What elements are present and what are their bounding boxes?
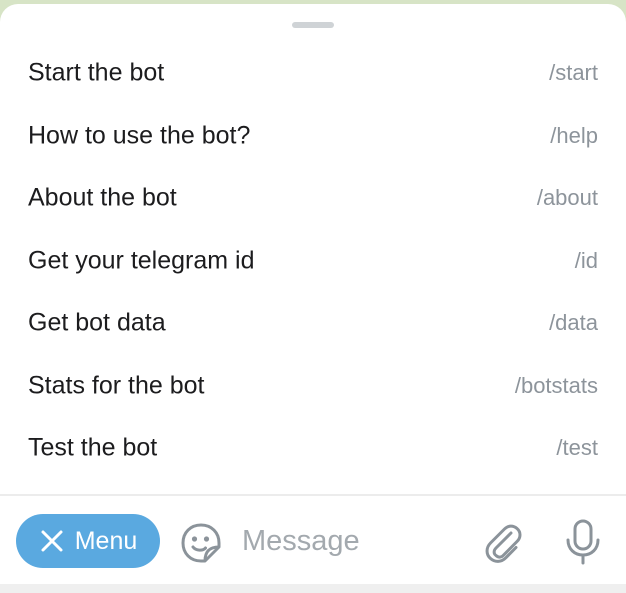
command-name: /test	[556, 435, 598, 461]
paperclip-icon[interactable]	[480, 520, 526, 566]
command-description: Start the bot	[28, 58, 165, 87]
command-row-id[interactable]: Get your telegram id /id	[0, 230, 626, 293]
command-description: Get your telegram id	[28, 246, 255, 275]
drag-handle[interactable]	[292, 22, 334, 28]
command-row-data[interactable]: Get bot data /data	[0, 292, 626, 355]
menu-button-label: Menu	[74, 526, 138, 555]
command-row-start[interactable]: Start the bot /start	[0, 42, 626, 105]
command-name: /id	[574, 247, 598, 273]
close-icon	[39, 528, 65, 554]
message-composer: Menu	[0, 496, 626, 584]
command-name: /data	[549, 310, 598, 336]
command-row-help[interactable]: How to use the bot? /help	[0, 105, 626, 168]
bottom-navigation-strip	[0, 584, 626, 593]
bot-command-list: Start the bot /start How to use the bot?…	[0, 42, 626, 480]
microphone-icon[interactable]	[560, 518, 606, 568]
command-name: /start	[549, 60, 598, 86]
message-input[interactable]	[242, 518, 457, 564]
command-name: /help	[550, 122, 598, 148]
command-name: /about	[536, 185, 598, 211]
command-description: How to use the bot?	[28, 121, 251, 150]
menu-button[interactable]: Menu	[16, 514, 160, 568]
command-name: /botstats	[514, 372, 598, 398]
command-description: About the bot	[28, 183, 177, 212]
command-row-test[interactable]: Test the bot /test	[0, 417, 626, 480]
command-description: Test the bot	[28, 433, 158, 462]
bot-commands-sheet: Start the bot /start How to use the bot?…	[0, 4, 626, 494]
command-row-botstats[interactable]: Stats for the bot /botstats	[0, 355, 626, 418]
command-row-about[interactable]: About the bot /about	[0, 167, 626, 230]
command-description: Get bot data	[28, 308, 166, 337]
sticker-icon[interactable]	[178, 520, 224, 566]
command-description: Stats for the bot	[28, 371, 205, 400]
